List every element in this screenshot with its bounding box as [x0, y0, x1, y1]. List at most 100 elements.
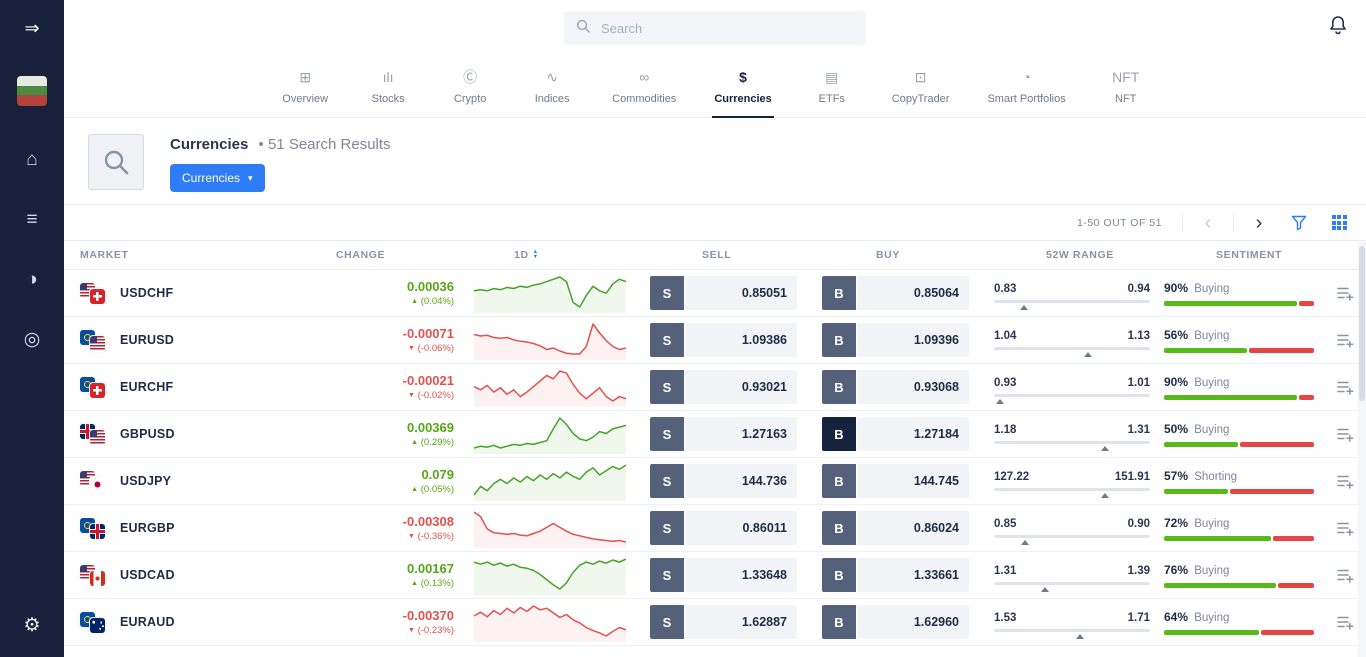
buy-price[interactable]: 0.85064 [857, 276, 969, 310]
sentiment-label: Buying [1191, 518, 1229, 530]
add-to-watchlist-icon[interactable] [1337, 427, 1354, 442]
buy-button[interactable]: B [822, 558, 856, 592]
buy-price[interactable]: 1.33661 [857, 558, 969, 592]
tab-nft[interactable]: NFTNFT [1100, 56, 1152, 117]
sell-price[interactable]: 0.86011 [685, 511, 797, 545]
sell-price[interactable]: 144.736 [685, 464, 797, 498]
sell-price[interactable]: 0.93021 [685, 370, 797, 404]
sell-button[interactable]: S [650, 276, 684, 310]
buy-price[interactable]: 144.745 [857, 464, 969, 498]
tab-indices[interactable]: ∿Indices [526, 56, 578, 117]
buy-button[interactable]: B [822, 605, 856, 639]
sell-button[interactable]: S [650, 511, 684, 545]
table-header: MARKETCHANGE1D▲▼SELLBUY52W RANGESENTIMEN… [64, 240, 1366, 270]
market-cell[interactable]: EURAUD [80, 611, 336, 633]
sell-price[interactable]: 1.09386 [685, 323, 797, 357]
sell-price[interactable]: 0.85051 [685, 276, 797, 310]
search-input[interactable] [599, 20, 854, 37]
buy-button[interactable]: B [822, 464, 856, 498]
market-cell[interactable]: EURCHF [80, 376, 336, 398]
buy-price[interactable]: 0.93068 [857, 370, 969, 404]
buy-price[interactable]: 1.27184 [857, 417, 969, 451]
sell-button[interactable]: S [650, 605, 684, 639]
sparkline-chart [470, 367, 650, 407]
sell-button[interactable]: S [650, 464, 684, 498]
tab-crypto[interactable]: ⒸCrypto [444, 56, 496, 117]
range-low: 1.31 [994, 565, 1016, 577]
sentiment-label: Shorting [1191, 471, 1237, 483]
market-cell[interactable]: USDJPY [80, 470, 336, 492]
add-to-watchlist-icon[interactable] [1337, 333, 1354, 348]
tab-etfs[interactable]: ▤ETFs [806, 56, 858, 117]
next-page-button[interactable]: › [1244, 211, 1274, 235]
tab-stocks[interactable]: ılıStocks [362, 56, 414, 117]
category-filter-button[interactable]: Currencies ▾ [170, 164, 265, 192]
table-row[interactable]: USDJPY 0.079 ▲ (0.05%) S 144.736 B 144.7… [64, 458, 1366, 505]
prev-page-button[interactable]: ‹ [1193, 211, 1223, 235]
sidebar-item-watchlist[interactable]: ≡ [26, 210, 37, 230]
buy-button[interactable]: B [822, 323, 856, 357]
add-to-watchlist-icon[interactable] [1337, 474, 1354, 489]
grid-view-button[interactable] [1324, 211, 1354, 235]
sell-price[interactable]: 1.27163 [685, 417, 797, 451]
sentiment-cell: 56% Buying [1164, 328, 1334, 353]
nav-label: Crypto [454, 93, 486, 105]
sidebar-item-home[interactable]: ⌂ [26, 150, 37, 170]
change-value: 0.00167 [336, 561, 454, 576]
add-to-watchlist-icon[interactable] [1337, 286, 1354, 301]
change-cell: 0.00036 ▲ (0.04%) [336, 279, 470, 307]
range-high: 151.91 [1115, 471, 1150, 483]
sidebar-item-portfolio[interactable]: ◑ [26, 270, 37, 290]
tab-commodities[interactable]: ∞Commodities [608, 56, 680, 117]
table-row[interactable]: GBPUSD 0.00369 ▲ (0.29%) S 1.27163 B 1.2… [64, 411, 1366, 458]
add-to-watchlist-icon[interactable] [1337, 380, 1354, 395]
market-cell[interactable]: USDCAD [80, 564, 336, 586]
sell-button[interactable]: S [650, 558, 684, 592]
buy-price[interactable]: 1.09396 [857, 323, 969, 357]
table-row[interactable]: USDCHF 0.00036 ▲ (0.04%) S 0.85051 B 0.8… [64, 270, 1366, 317]
market-cell[interactable]: EURUSD [80, 329, 336, 351]
sort-icon[interactable]: ▲▼ [533, 250, 539, 260]
avatar[interactable] [17, 76, 47, 106]
tab-smart-portfolios[interactable]: ◔Smart Portfolios [983, 56, 1069, 117]
scrollbar-thumb[interactable] [1359, 246, 1365, 401]
buy-price[interactable]: 0.86024 [857, 511, 969, 545]
smart-portfolios-pie-icon: ◔ [1022, 69, 1030, 86]
sidebar-item-discover[interactable]: ◎ [24, 330, 41, 350]
range-high: 0.90 [1128, 518, 1150, 530]
market-cell[interactable]: GBPUSD [80, 423, 336, 445]
global-search[interactable] [564, 11, 866, 45]
market-cell[interactable]: EURGBP [80, 517, 336, 539]
sell-button[interactable]: S [650, 323, 684, 357]
sidebar-expand-button[interactable]: ⇒ [24, 16, 39, 40]
sell-price[interactable]: 1.33648 [685, 558, 797, 592]
table-row[interactable]: EURGBP -0.00308 ▼ (-0.36%) S 0.86011 B 0… [64, 505, 1366, 552]
table-row[interactable]: USDCAD 0.00167 ▲ (0.13%) S 1.33648 B 1.3… [64, 552, 1366, 599]
filter-button[interactable] [1284, 211, 1314, 235]
table-row[interactable]: EURAUD -0.00370 ▼ (-0.23%) S 1.62887 B 1… [64, 599, 1366, 646]
buy-button[interactable]: B [822, 276, 856, 310]
sell-button[interactable]: S [650, 417, 684, 451]
table-row[interactable]: EURUSD -0.00071 ▼ (-0.06%) S 1.09386 B 1… [64, 317, 1366, 364]
buy-price[interactable]: 1.62960 [857, 605, 969, 639]
add-to-watchlist-icon[interactable] [1337, 521, 1354, 536]
buy-button[interactable]: B [822, 511, 856, 545]
add-to-watchlist-icon[interactable] [1337, 615, 1354, 630]
table-row[interactable]: EURCHF -0.00021 ▼ (-0.02%) S 0.93021 B 0… [64, 364, 1366, 411]
notifications-bell-icon[interactable] [1328, 15, 1348, 42]
column-header-1d[interactable]: 1D▲▼ [470, 249, 650, 261]
add-to-watchlist-icon[interactable] [1337, 568, 1354, 583]
scrollbar[interactable] [1358, 242, 1366, 657]
sentiment-bar [1164, 395, 1314, 400]
sell-button[interactable]: S [650, 370, 684, 404]
tab-currencies[interactable]: $Currencies [710, 56, 775, 117]
settings-button[interactable]: ⚙ [23, 614, 40, 637]
sell-price[interactable]: 1.62887 [685, 605, 797, 639]
market-cell[interactable]: USDCHF [80, 282, 336, 304]
change-value: -0.00370 [336, 608, 454, 623]
buy-button[interactable]: B [822, 370, 856, 404]
buy-button[interactable]: B [822, 417, 856, 451]
tab-overview[interactable]: ⊞Overview [278, 56, 332, 117]
tab-copytrader[interactable]: ⊡CopyTrader [888, 56, 954, 117]
sentiment-bar [1164, 583, 1314, 588]
